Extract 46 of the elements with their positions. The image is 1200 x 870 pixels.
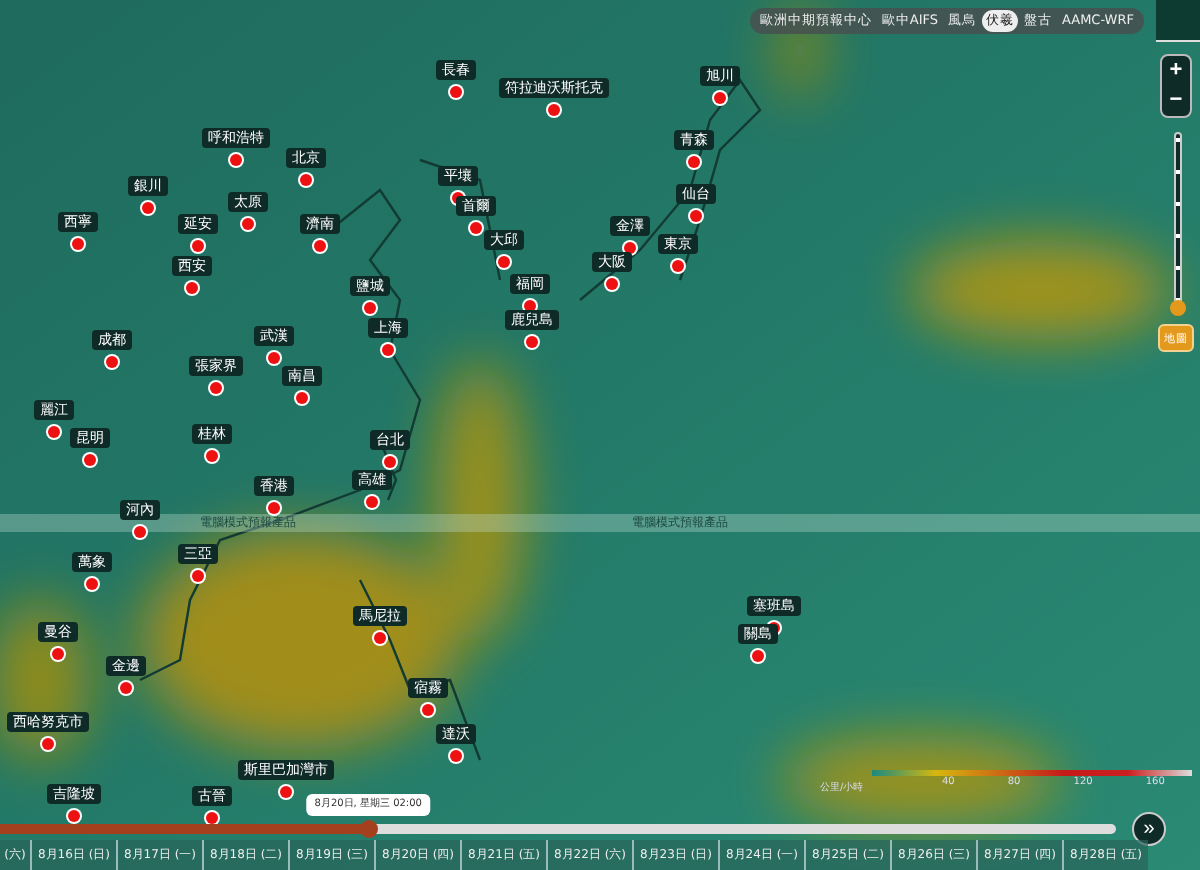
city-marker	[242, 218, 254, 230]
zoom-out-button[interactable]: −	[1162, 86, 1190, 116]
city-marker	[268, 352, 280, 364]
city-marker	[714, 92, 726, 104]
city-marker	[606, 278, 618, 290]
city-marker	[548, 104, 560, 116]
city-marker	[366, 496, 378, 508]
city-marker	[300, 174, 312, 186]
city-marker	[206, 812, 218, 824]
city-marker	[422, 704, 434, 716]
city-marker	[268, 502, 280, 514]
city-marker	[230, 154, 242, 166]
city-marker	[364, 302, 376, 314]
city-marker	[314, 240, 326, 252]
city-marker	[72, 238, 84, 250]
city-marker	[498, 256, 510, 268]
city-marker	[672, 260, 684, 272]
city-marker	[690, 210, 702, 222]
city-marker	[624, 242, 636, 254]
city-marker	[68, 810, 80, 822]
city-marker	[210, 382, 222, 394]
city-marker	[526, 336, 538, 348]
city-marker	[384, 456, 396, 468]
city-marker	[374, 632, 386, 644]
city-marker	[450, 86, 462, 98]
city-marker	[296, 392, 308, 404]
city-marker	[106, 356, 118, 368]
city-marker	[86, 578, 98, 590]
city-marker	[382, 344, 394, 356]
city-marker	[752, 650, 764, 662]
city-marker	[186, 282, 198, 294]
city-marker	[120, 682, 132, 694]
city-marker	[52, 648, 64, 660]
city-marker	[470, 222, 482, 234]
city-marker	[688, 156, 700, 168]
city-marker	[192, 570, 204, 582]
city-marker	[48, 426, 60, 438]
city-marker	[192, 240, 204, 252]
zoom-in-button[interactable]: +	[1162, 56, 1190, 86]
city-marker	[84, 454, 96, 466]
city-marker	[206, 450, 218, 462]
city-marker	[142, 202, 154, 214]
city-marker	[134, 526, 146, 538]
city-marker	[42, 738, 54, 750]
city-marker	[450, 750, 462, 762]
city-marker	[280, 786, 292, 798]
